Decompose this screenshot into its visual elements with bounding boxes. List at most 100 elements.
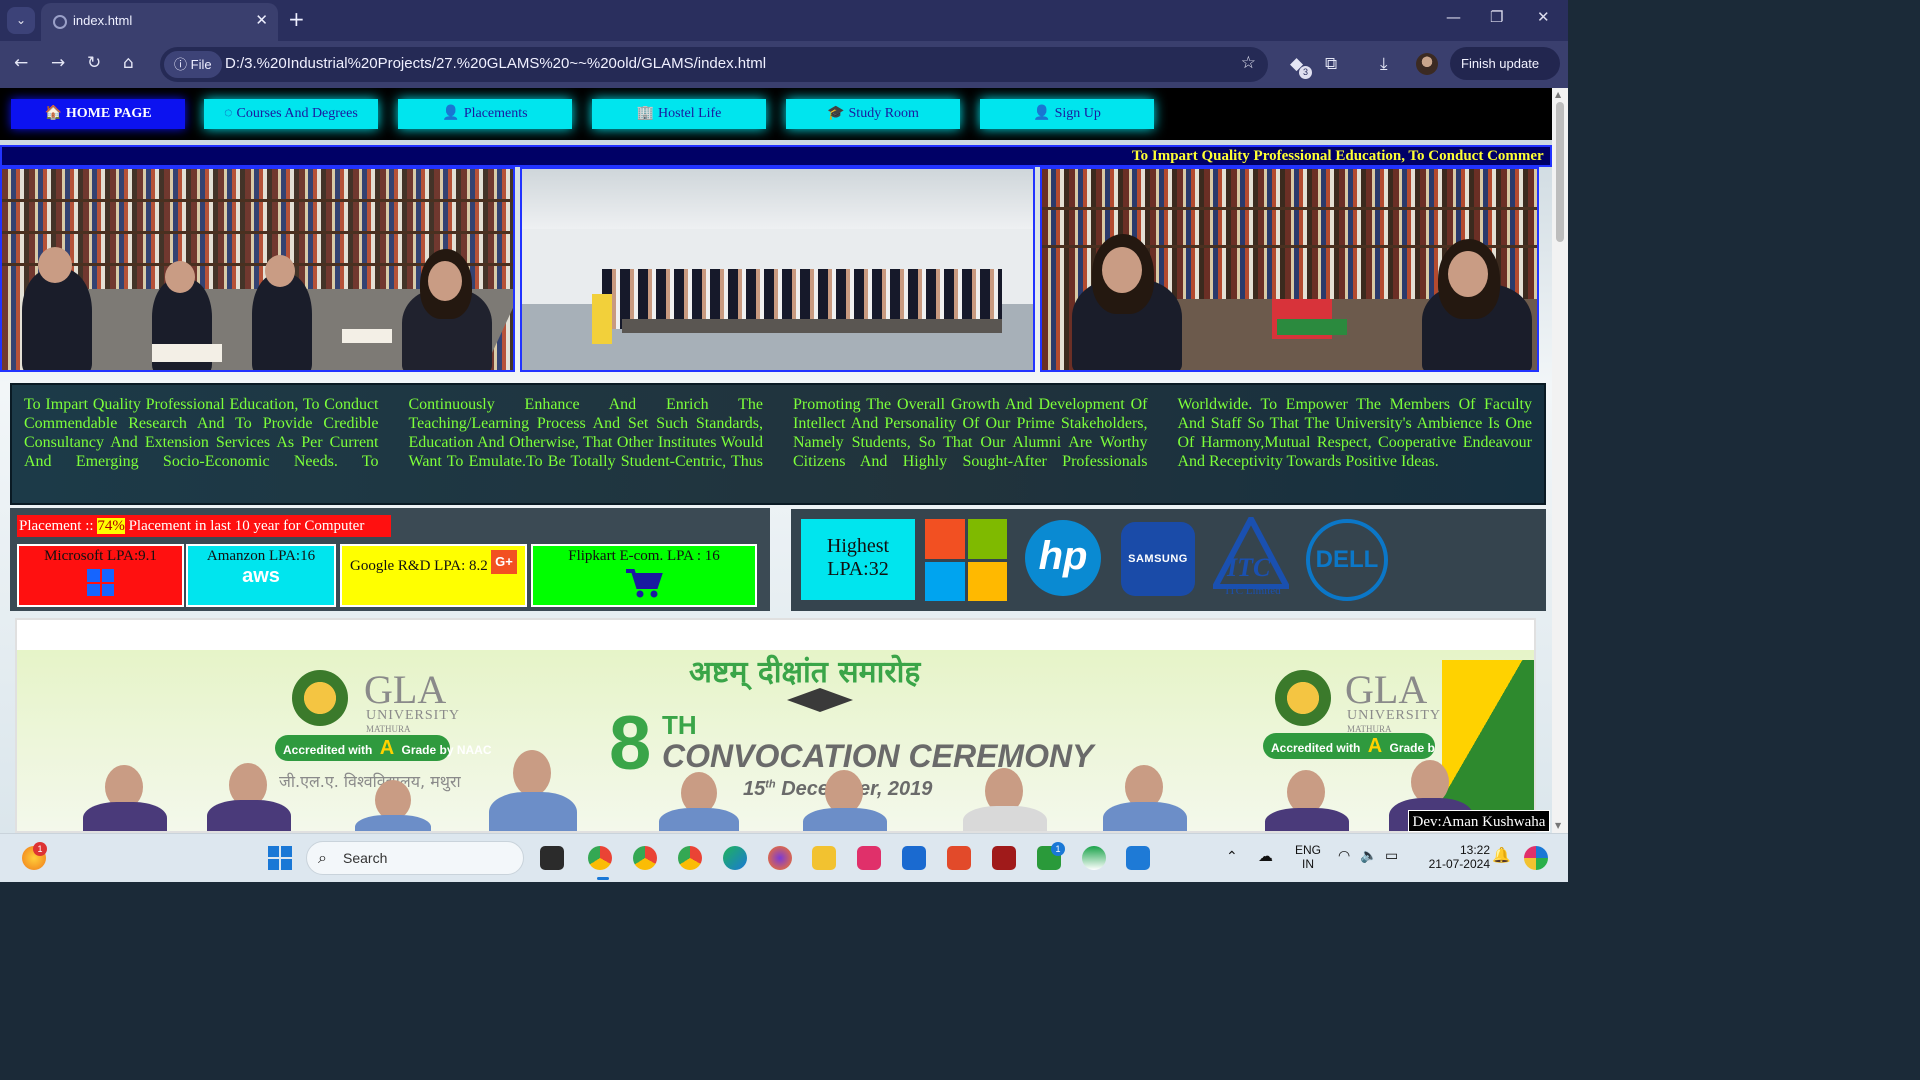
home-icon[interactable]: ⌂ bbox=[123, 53, 134, 73]
edge-icon[interactable] bbox=[723, 846, 747, 870]
building-icon: 🏢 bbox=[636, 106, 655, 121]
microsoft-logo bbox=[925, 519, 1007, 601]
mongodb-icon[interactable] bbox=[1082, 846, 1106, 870]
download-icon[interactable]: ⤓ bbox=[1380, 54, 1388, 74]
notification-bell-icon[interactable]: 🔔 bbox=[1492, 846, 1511, 864]
nav-hostel-life[interactable]: 🏢 Hostel Life bbox=[592, 99, 766, 129]
google-card: Google R&D LPA: 8.2 G+ bbox=[340, 544, 527, 607]
marquee-text: To Impart Quality Professional Education… bbox=[1132, 148, 1544, 164]
bookmark-star-icon[interactable]: ☆ bbox=[1241, 53, 1256, 73]
scroll-down-icon[interactable]: ▼ bbox=[1555, 821, 1561, 830]
copilot-icon[interactable] bbox=[1524, 846, 1548, 870]
mission-marquee: To Impart Quality Professional Education… bbox=[0, 145, 1552, 167]
wifi-icon[interactable]: ◠ bbox=[1338, 847, 1350, 864]
address-bar[interactable]: ⓘ File D:/3.%20Industrial%20Projects/27.… bbox=[160, 47, 1268, 82]
dignitaries-row bbox=[17, 620, 1534, 831]
nav-label: Placements bbox=[463, 106, 528, 121]
lang-top: ENG bbox=[1294, 843, 1321, 857]
nav-placements[interactable]: 👤 Placements bbox=[398, 99, 572, 129]
minimize-icon[interactable]: — bbox=[1446, 8, 1461, 26]
task-view-icon[interactable] bbox=[540, 846, 564, 870]
comment-icon: ◌ bbox=[224, 106, 233, 121]
start-icon[interactable] bbox=[268, 846, 292, 870]
network-app-icon[interactable]: ☁ bbox=[1258, 847, 1273, 865]
new-tab-button[interactable]: + bbox=[288, 7, 305, 31]
nav-label: Study Room bbox=[848, 106, 919, 121]
extension-badge: 3 bbox=[1299, 66, 1312, 79]
chevron-up-icon[interactable]: ⌃ bbox=[1226, 848, 1238, 865]
placement-suffix: Placement in last 10 year for Computer bbox=[124, 518, 365, 534]
dell-logo: DELL bbox=[1306, 519, 1388, 601]
nav-label: Hostel Life bbox=[658, 106, 722, 121]
scroll-thumb[interactable] bbox=[1556, 102, 1564, 242]
globe-icon bbox=[53, 15, 67, 29]
nav-label: Sign Up bbox=[1054, 106, 1101, 121]
aws-icon: aws bbox=[242, 565, 280, 587]
site-info-chip[interactable]: ⓘ File bbox=[164, 51, 222, 78]
google-plus-icon: G+ bbox=[491, 550, 517, 574]
outlook-icon[interactable] bbox=[902, 846, 926, 870]
user-tie-icon: 👤 bbox=[442, 106, 460, 121]
microsoft-card: Microsoft LPA:9.1 bbox=[17, 544, 184, 607]
search-label: Search bbox=[343, 850, 388, 866]
extensions-puzzle-icon[interactable]: ⧉ bbox=[1325, 54, 1337, 74]
graduation-cap-icon: 🎓 bbox=[827, 106, 845, 121]
tab-title: index.html bbox=[73, 13, 133, 28]
itc-logo-text: ITC bbox=[1227, 553, 1271, 582]
chrome-profile-icon[interactable] bbox=[633, 846, 657, 870]
mission-statement: To Impart Quality Professional Education… bbox=[10, 383, 1546, 505]
clock-date: 21-07-2024 bbox=[1428, 857, 1490, 871]
app-icon[interactable] bbox=[992, 846, 1016, 870]
placement-percent: 74% bbox=[97, 518, 125, 534]
clock[interactable]: 13:22 21-07-2024 bbox=[1412, 843, 1490, 871]
file-explorer-icon[interactable] bbox=[812, 846, 836, 870]
page-scrollbar[interactable]: ▲ ▼ bbox=[1552, 88, 1568, 833]
firefox-icon[interactable] bbox=[768, 846, 792, 870]
samsung-logo: SAMSUNG bbox=[1121, 522, 1195, 596]
back-icon[interactable]: ← bbox=[14, 53, 28, 73]
hp-logo-text: hp bbox=[1038, 534, 1088, 578]
battery-icon[interactable]: ▭ bbox=[1385, 847, 1398, 864]
xbox-badge: 1 bbox=[1051, 842, 1065, 856]
snipping-tool-icon[interactable] bbox=[857, 846, 881, 870]
samsung-logo-text: SAMSUNG bbox=[1128, 553, 1188, 565]
wps-office-icon[interactable] bbox=[947, 846, 971, 870]
profile-avatar[interactable] bbox=[1416, 53, 1438, 75]
chrome-icon[interactable] bbox=[588, 846, 612, 870]
taskbar-search[interactable]: ⌕ Search bbox=[306, 841, 524, 875]
vscode-icon[interactable] bbox=[1126, 846, 1150, 870]
finish-update-label: Finish update bbox=[1461, 56, 1540, 71]
convocation-banner: GLA UNIVERSITY MATHURA Accredited with A… bbox=[15, 618, 1536, 833]
placement-section: Placement :: 74% Placement in last 10 ye… bbox=[10, 508, 770, 611]
search-icon: ⌕ bbox=[318, 848, 327, 867]
url-text[interactable]: D:/3.%20Industrial%20Projects/27.%20GLAM… bbox=[225, 55, 766, 72]
card-label: Microsoft LPA:9.1 bbox=[44, 548, 157, 564]
flipkart-card: Flipkart E-com. LPA : 16 bbox=[531, 544, 757, 607]
developer-credit: Dev:Aman Kushwaha bbox=[1408, 810, 1550, 832]
hp-logo: hp bbox=[1025, 520, 1101, 596]
nav-sign-up[interactable]: 👤 Sign Up bbox=[980, 99, 1154, 129]
browser-tab[interactable]: index.html ✕ bbox=[41, 3, 278, 41]
browser-tab-strip: ⌄ index.html ✕ + — ❐ ✕ bbox=[0, 0, 1568, 41]
reading-room-photo bbox=[1040, 167, 1539, 372]
dell-logo-text: DELL bbox=[1315, 546, 1379, 573]
chrome-alt-icon[interactable] bbox=[678, 846, 702, 870]
finish-update-button[interactable]: Finish update ⋮ bbox=[1450, 47, 1560, 104]
window-close-icon[interactable]: ✕ bbox=[1537, 8, 1550, 26]
volume-icon[interactable]: 🔈 bbox=[1360, 847, 1377, 864]
nav-study-room[interactable]: 🎓 Study Room bbox=[786, 99, 960, 129]
tab-search-button[interactable]: ⌄ bbox=[7, 7, 35, 34]
forward-icon[interactable]: → bbox=[51, 53, 65, 73]
nav-home-page[interactable]: 🏠 HOME PAGE bbox=[11, 99, 185, 129]
scroll-up-icon[interactable]: ▲ bbox=[1555, 90, 1561, 99]
nav-label: HOME PAGE bbox=[65, 106, 152, 121]
placement-headline: Placement :: 74% Placement in last 10 ye… bbox=[17, 515, 391, 537]
nav-courses-and-degrees[interactable]: ◌ Courses And Degrees bbox=[204, 99, 378, 129]
restore-icon[interactable]: ❐ bbox=[1490, 8, 1503, 26]
web-page: 🏠 HOME PAGE ◌ Courses And Degrees 👤 Placeme… bbox=[0, 88, 1552, 833]
language-indicator[interactable]: ENG IN bbox=[1293, 843, 1323, 871]
highest-lpa-box: Highest LPA:32 bbox=[801, 519, 915, 600]
user-plus-icon: 👤 bbox=[1033, 106, 1051, 121]
close-tab-icon[interactable]: ✕ bbox=[255, 11, 268, 29]
reload-icon[interactable]: ↻ bbox=[87, 53, 101, 73]
